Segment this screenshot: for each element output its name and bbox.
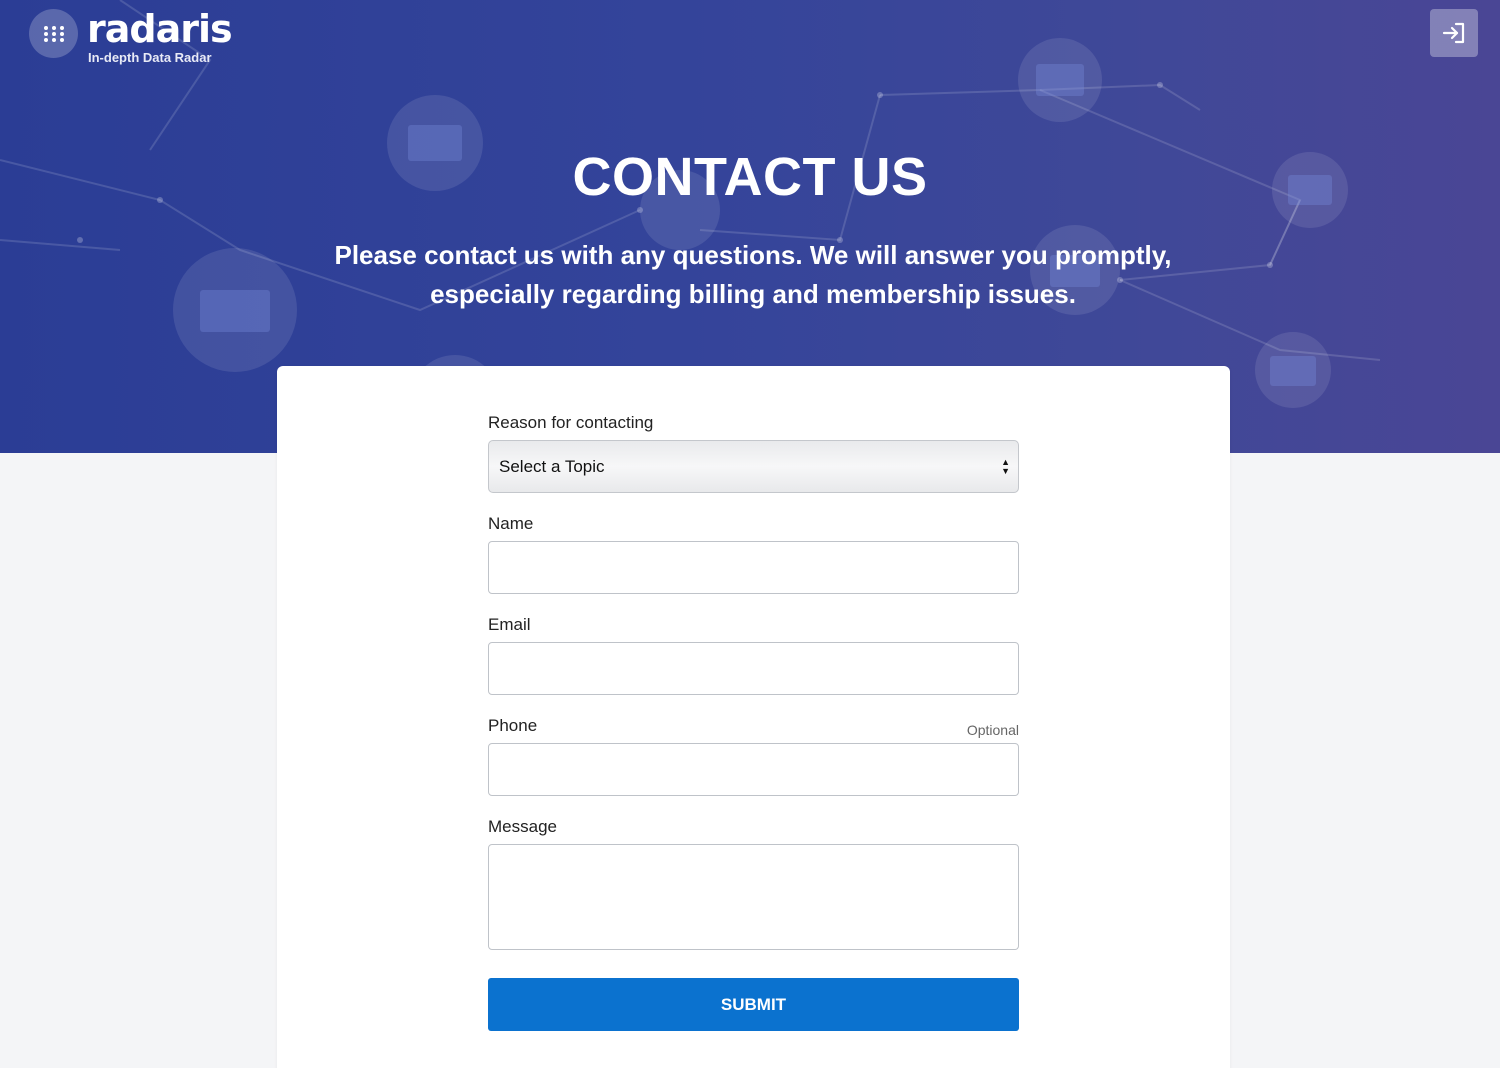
- submit-button[interactable]: SUBMIT: [488, 978, 1019, 1031]
- brand[interactable]: radaris In-depth Data Radar: [87, 7, 233, 65]
- name-input[interactable]: [488, 541, 1019, 594]
- message-textarea[interactable]: [488, 844, 1019, 950]
- message-label: Message: [488, 817, 557, 836]
- menu-button[interactable]: [29, 9, 78, 58]
- page-title: CONTACT US: [572, 147, 928, 207]
- email-input[interactable]: [488, 642, 1019, 695]
- brand-tagline: In-depth Data Radar: [88, 50, 212, 65]
- sign-in-icon: [1442, 22, 1465, 44]
- grid-dots-icon: [43, 25, 64, 42]
- logo[interactable]: radaris In-depth Data Radar: [29, 7, 233, 65]
- brand-name: radaris: [87, 7, 233, 51]
- select-arrows-icon: ▲ ▼: [1001, 457, 1010, 476]
- name-label: Name: [488, 514, 534, 533]
- email-label: Email: [488, 615, 531, 634]
- reason-select[interactable]: Select a Topic ▲ ▼: [488, 440, 1019, 493]
- phone-optional-hint: Optional: [966, 722, 1019, 738]
- phone-input[interactable]: [488, 743, 1019, 796]
- reason-label: Reason for contacting: [488, 413, 654, 432]
- reason-select-value: Select a Topic: [499, 456, 605, 476]
- login-button[interactable]: [1430, 9, 1478, 57]
- contact-form-card: Reason for contacting Select a Topic ▲ ▼ …: [277, 366, 1230, 1068]
- phone-label: Phone: [488, 716, 538, 735]
- page-subtitle: Please contact us with any questions. We…: [334, 240, 1172, 309]
